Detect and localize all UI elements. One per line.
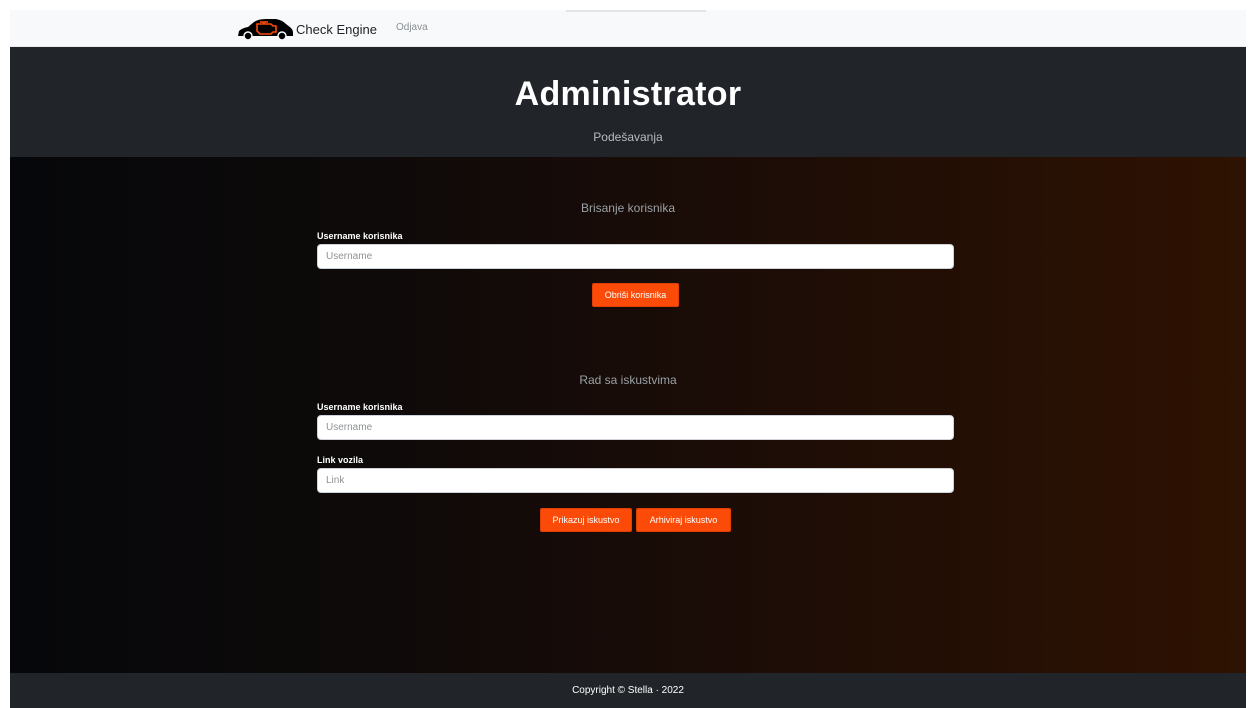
experiences-title: Rad sa iskustvima: [579, 373, 677, 387]
delete-user-title: Brisanje korisnika: [580, 201, 676, 215]
brand-link[interactable]: Check Engine: [236, 18, 377, 40]
page-title: Administrator: [514, 75, 742, 113]
delete-user-button[interactable]: Obriši korisnika: [592, 283, 679, 307]
hero-header: Administrator Podešavanja: [10, 47, 1246, 157]
top-navbar: Check Engine Odjava: [10, 10, 1246, 47]
page-footer: Copyright © Stella · 2022: [10, 673, 1246, 708]
experience-username-label: Username korisnika: [317, 402, 403, 412]
logout-link[interactable]: Odjava: [396, 22, 428, 33]
page: Check Engine Odjava Administrator Podeša…: [10, 10, 1246, 708]
show-experience-button[interactable]: Prikazuj iskustvo: [540, 508, 632, 532]
car-engine-logo-icon: [238, 19, 293, 40]
delete-username-input[interactable]: [317, 244, 954, 269]
vehicle-link-label: Link vozila: [317, 455, 364, 465]
admin-main: Brisanje korisnika Username korisnika Ob…: [10, 157, 1246, 673]
top-divider: [566, 10, 706, 12]
experience-username-input[interactable]: [317, 415, 954, 440]
brand-name: Check Engine: [296, 21, 377, 37]
vehicle-link-input[interactable]: [317, 468, 954, 493]
archive-experience-button[interactable]: Arhiviraj iskustvo: [636, 508, 731, 532]
page-subtitle: Podešavanja: [593, 130, 663, 144]
copyright-text: Copyright © Stella · 2022: [572, 685, 684, 696]
delete-username-label: Username korisnika: [317, 231, 403, 241]
